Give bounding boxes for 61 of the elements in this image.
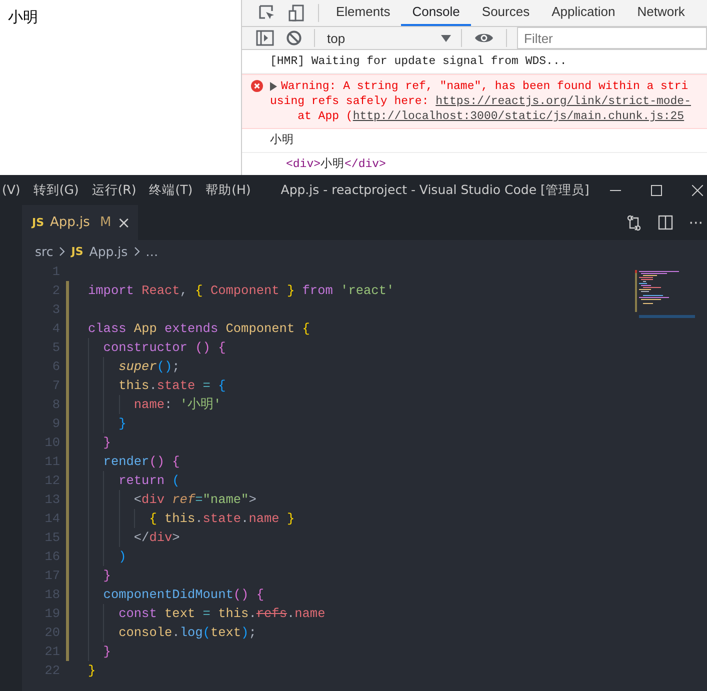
code-line: componentDidMount() { xyxy=(103,587,264,602)
menu-item[interactable]: 帮助(H) xyxy=(206,182,251,198)
devtools-tab[interactable]: Application xyxy=(540,0,626,26)
code-line: constructor () { xyxy=(103,340,226,355)
code-line: super(); xyxy=(118,359,180,374)
menu-item[interactable]: (V) xyxy=(2,182,20,198)
warning-text: at App (http://localhost:3000/static/js/main.chunk.js:25 xyxy=(296,109,684,124)
console-message: 小明 xyxy=(270,134,294,147)
code-line: { this.state.name } xyxy=(149,511,295,526)
code-line: } xyxy=(103,568,111,583)
code-line: } xyxy=(118,416,126,431)
code-line: render() { xyxy=(103,454,180,469)
console-message: [HMR] Waiting for update signal from WDS... xyxy=(270,55,567,68)
editor-tab[interactable]: JS App.js M × xyxy=(22,205,138,240)
window-title: App.js - reactproject - Visual Studio Code [管理员] xyxy=(280,182,590,198)
devtools-tab[interactable]: Sources xyxy=(470,0,541,26)
menu-item[interactable]: 终端(T) xyxy=(149,182,193,198)
sidebar-toggle-icon[interactable] xyxy=(256,30,274,46)
code-line: ) xyxy=(118,549,126,564)
code-line: name: '小明' xyxy=(134,396,222,413)
context-select[interactable]: top xyxy=(321,28,455,48)
page-text: 小明 xyxy=(8,9,38,26)
code-line: } xyxy=(88,663,96,678)
chevron-icon xyxy=(59,246,66,256)
breadcrumb-item[interactable]: src xyxy=(35,244,54,258)
code-line: </div> xyxy=(134,530,180,545)
code-line: class App extends Component { xyxy=(88,321,310,336)
close-icon[interactable] xyxy=(692,184,703,196)
device-icon[interactable] xyxy=(288,4,306,22)
expand-triangle-icon[interactable] xyxy=(270,82,277,91)
menu-item[interactable]: 运行(R) xyxy=(92,182,136,198)
devtools-tab[interactable]: Network xyxy=(626,0,696,26)
error-icon xyxy=(251,80,263,92)
more-actions-button[interactable]: ··· xyxy=(688,214,703,232)
code-line: return ( xyxy=(118,473,180,488)
compare-changes-icon[interactable] xyxy=(626,214,642,230)
split-editor-icon[interactable] xyxy=(658,215,673,230)
chevron-icon xyxy=(134,246,140,256)
code-line: <div ref="name"> xyxy=(134,492,256,507)
menu-item[interactable]: 转到(G) xyxy=(33,182,79,198)
breadcrumb-item[interactable]: JS xyxy=(71,244,84,258)
code-line: } xyxy=(103,435,111,450)
filter-field[interactable]: Filter xyxy=(517,27,707,49)
code-line: console.log(text); xyxy=(118,625,256,640)
breadcrumb-item[interactable]: App.js xyxy=(89,244,128,258)
code-line: const text = this.refs.name xyxy=(118,606,326,621)
inspect-icon[interactable] xyxy=(258,4,276,22)
element-node[interactable]: <div>小明</div> xyxy=(286,158,386,171)
devtools-tab[interactable]: Elements xyxy=(325,0,402,26)
warning-text: using refs safely here: https://reactjs.org/link/strict-mode- xyxy=(270,94,691,109)
clear-console-icon[interactable] xyxy=(286,30,302,46)
code-line: import React, { Component } from 'react' xyxy=(88,283,394,298)
code-line: } xyxy=(103,644,111,659)
maximize-icon[interactable] xyxy=(651,184,662,196)
warning-link[interactable]: https://reactjs.org/link/strict-mode- xyxy=(436,95,691,108)
dropdown-caret-icon xyxy=(441,34,451,42)
eye-icon[interactable] xyxy=(474,31,494,45)
warning-link[interactable]: http://localhost:3000/static/js/main.chunk.js:25 xyxy=(352,110,684,123)
warning-text: Warning: A string ref, "name", has been found within a stri xyxy=(281,79,688,94)
code-line: this.state = { xyxy=(118,378,226,393)
breadcrumb-item[interactable]: … xyxy=(146,244,158,258)
